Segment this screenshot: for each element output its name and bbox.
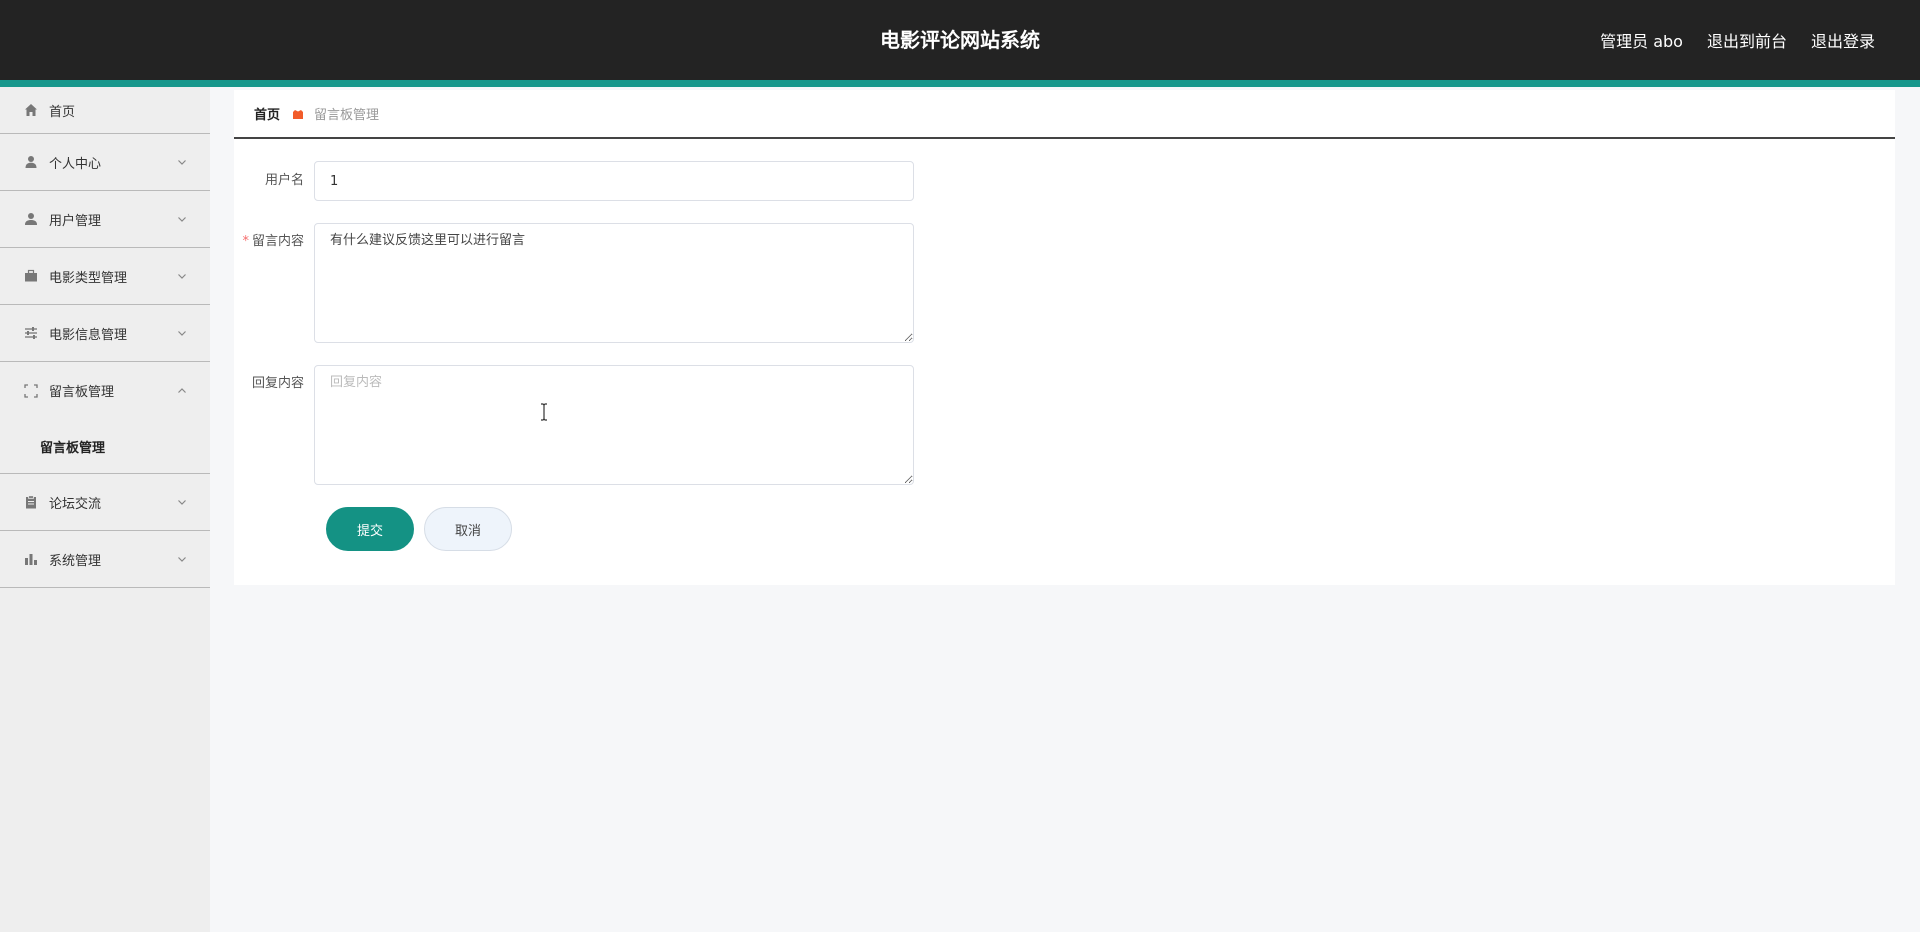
chevron-down-icon — [178, 274, 186, 279]
sidebar-item-label: 留言板管理 — [49, 385, 115, 400]
sidebar-item-label: 首页 — [49, 104, 76, 120]
sidebar-item-personal-center[interactable]: 个人中心 — [0, 134, 210, 191]
chevron-down-icon — [178, 217, 186, 222]
main-panel: 首页 留言板管理 用户名 *留言内容 有什么建议反馈这里可以进行留言 回复内容 … — [234, 90, 1895, 585]
chevron-down-icon — [178, 160, 186, 165]
briefcase-icon — [24, 269, 38, 283]
exit-to-front-link[interactable]: 退出到前台 — [1707, 28, 1787, 52]
sidebar-item-system-management[interactable]: 系统管理 — [0, 531, 210, 588]
message-textarea[interactable]: 有什么建议反馈这里可以进行留言 — [314, 223, 914, 343]
breadcrumb-home[interactable]: 首页 — [254, 104, 280, 123]
message-row: * 留言内容 有什么建议反馈这里可以进行留言 — [234, 223, 914, 343]
reply-label: 回复内容 — [251, 376, 304, 391]
required-mark: * — [242, 234, 249, 249]
username-label: 用户名 — [264, 173, 304, 188]
sidebar-item-label: 系统管理 — [49, 553, 102, 569]
sliders-icon — [24, 326, 38, 340]
sidebar-item-forum[interactable]: 论坛交流 — [0, 474, 210, 531]
sidebar-item-label: 用户管理 — [49, 213, 102, 229]
sidebar-item-message-board-management[interactable]: 留言板管理 — [0, 362, 210, 419]
username-input[interactable] — [314, 161, 914, 201]
user-manage-icon — [24, 212, 38, 226]
top-bar: 电影评论网站系统 管理员 abo 退出到前台 退出登录 — [0, 0, 1920, 80]
sidebar-item-user-management[interactable]: 用户管理 — [0, 191, 210, 248]
top-actions: 管理员 abo 退出到前台 退出登录 — [1600, 0, 1875, 80]
breadcrumb: 首页 留言板管理 — [234, 90, 1895, 139]
sidebar-item-movie-info-management[interactable]: 电影信息管理 — [0, 305, 210, 362]
submit-button[interactable]: 提交 — [326, 507, 414, 551]
sidebar: 首页 个人中心 用户管理 电影类型管理 电影信息管理 留言板管理 留言板管理 论… — [0, 87, 210, 932]
frame-icon — [24, 383, 38, 398]
logout-link[interactable]: 退出登录 — [1811, 28, 1875, 52]
breadcrumb-current: 留言板管理 — [314, 108, 380, 123]
sidebar-subitem-label: 留言板管理 — [40, 440, 106, 456]
message-label: 留言内容 — [251, 234, 304, 249]
chevron-down-icon — [178, 331, 186, 336]
clipboard-icon — [24, 495, 38, 509]
sidebar-item-label: 论坛交流 — [49, 496, 102, 512]
chevron-down-icon — [178, 557, 186, 562]
admin-label: 管理员 abo — [1600, 32, 1683, 51]
reply-row: 回复内容 — [234, 365, 914, 485]
chevron-up-icon — [178, 387, 186, 393]
username-row: 用户名 — [234, 161, 914, 201]
sidebar-item-label: 个人中心 — [49, 156, 102, 172]
sidebar-item-home[interactable]: 首页 — [0, 87, 210, 134]
sidebar-item-label: 电影类型管理 — [49, 270, 128, 286]
breadcrumb-separator-icon — [292, 108, 304, 120]
sidebar-subitem-message-board-management[interactable]: 留言板管理 — [0, 419, 210, 474]
message-label-wrap: * 留言内容 — [234, 223, 314, 343]
text-cursor-icon — [541, 403, 547, 421]
sidebar-item-movie-type-management[interactable]: 电影类型管理 — [0, 248, 210, 305]
user-icon — [24, 155, 38, 169]
chevron-down-icon — [178, 500, 186, 505]
top-accent-bar — [0, 80, 1920, 87]
bar-chart-icon — [24, 552, 38, 566]
reply-textarea[interactable] — [314, 365, 914, 485]
home-icon — [24, 103, 38, 117]
sidebar-item-label: 电影信息管理 — [49, 327, 128, 343]
cancel-button[interactable]: 取消 — [424, 507, 512, 551]
form-actions: 提交 取消 — [326, 507, 512, 551]
